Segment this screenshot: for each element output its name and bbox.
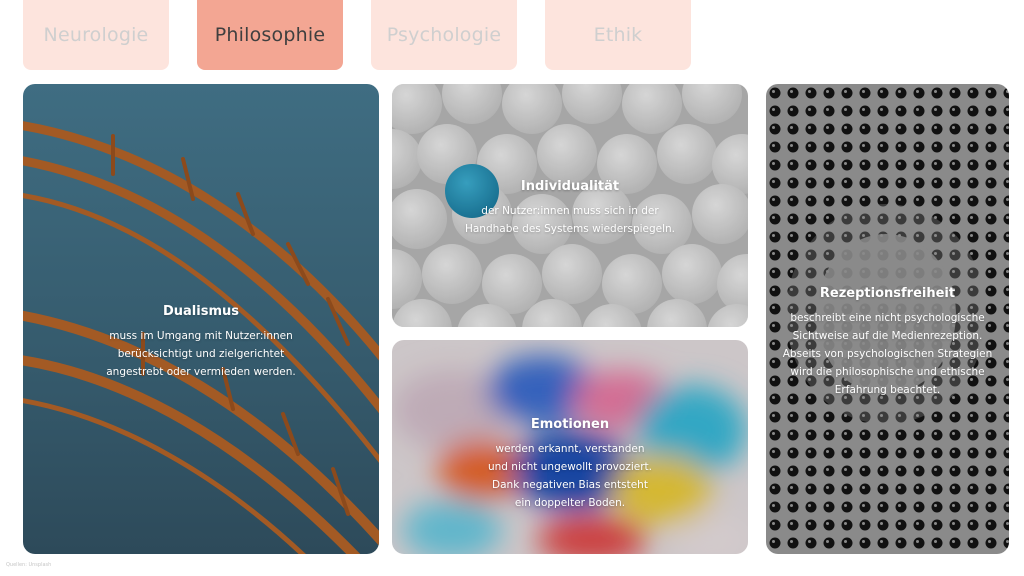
card-emotionen-title: Emotionen — [530, 417, 610, 432]
footer-credit: Quellen: Unsplash — [6, 562, 52, 568]
tab-psychologie[interactable]: Psychologie — [371, 0, 517, 70]
card-dualismus-content: Dualismus muss im Umgang mit Nutzer:inne… — [23, 304, 379, 381]
card-individualitaet-text: der Nutzer:innen muss sich in der Handha… — [464, 205, 676, 235]
tab-philosophie-label: Philosophie — [214, 24, 326, 46]
tab-psychologie-label: Psychologie — [386, 24, 502, 46]
card-individualitaet-title: Individualität — [520, 179, 620, 194]
card-rezeptionsfreiheit[interactable]: Rezeptionsfreiheit beschreibt eine nicht… — [766, 84, 1009, 554]
tab-ethik[interactable]: Ethik — [545, 0, 691, 70]
card-rezeptionsfreiheit-content: Rezeptionsfreiheit beschreibt eine nicht… — [766, 286, 1009, 399]
tab-neurologie-label: Neurologie — [43, 24, 149, 46]
tab-neurologie[interactable]: Neurologie — [23, 0, 169, 70]
card-emotionen-text: werden erkannt, verstanden und nicht ung… — [488, 443, 652, 509]
card-rezeptionsfreiheit-title: Rezeptionsfreiheit — [819, 286, 956, 301]
card-emotionen[interactable]: Emotionen werden erkannt, verstanden und… — [392, 340, 748, 554]
card-dualismus-title: Dualismus — [162, 304, 239, 319]
card-rezeptionsfreiheit-text: beschreibt eine nicht psychologische Sic… — [782, 312, 993, 396]
card-individualitaet-content: Individualität der Nutzer:innen muss sic… — [392, 179, 748, 238]
tab-philosophie[interactable]: Philosophie — [197, 0, 343, 70]
card-dualismus[interactable]: Dualismus muss im Umgang mit Nutzer:inne… — [23, 84, 379, 554]
card-individualitaet[interactable]: Individualität der Nutzer:innen muss sic… — [392, 84, 748, 327]
card-dualismus-text: muss im Umgang mit Nutzer:innen berücksi… — [106, 330, 296, 378]
tab-ethik-label: Ethik — [593, 24, 643, 46]
card-emotionen-content: Emotionen werden erkannt, verstanden und… — [392, 417, 748, 512]
